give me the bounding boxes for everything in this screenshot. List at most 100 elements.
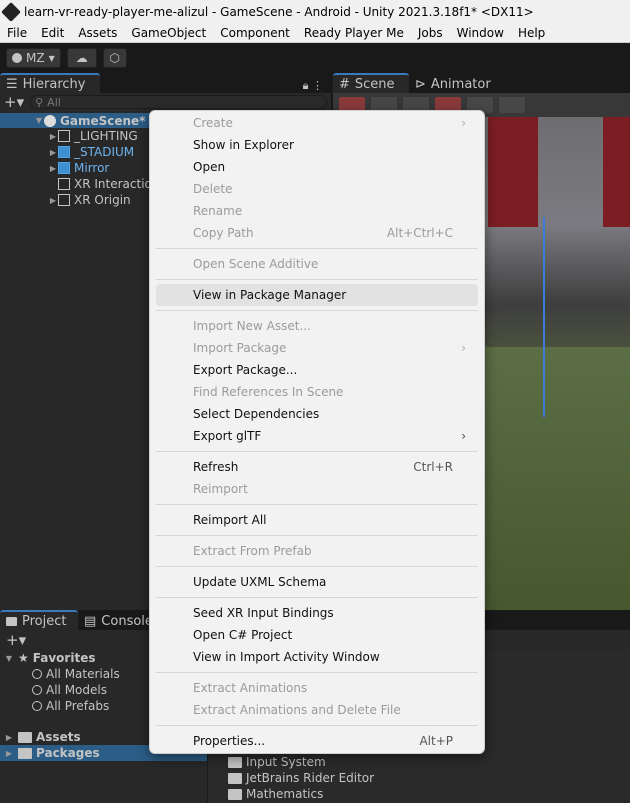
tab-animator[interactable]: ⊳ Animator	[409, 73, 501, 93]
menu-item-show-in-explorer[interactable]: Show in Explorer	[156, 134, 478, 156]
animator-icon: ⊳	[415, 76, 426, 92]
collab-button[interactable]: ⬡	[102, 48, 127, 68]
menu-item-reimport[interactable]: Reimport	[156, 478, 478, 500]
folder-icon	[228, 756, 242, 768]
expand-arrow-icon[interactable]: ▼	[4, 654, 14, 663]
menu-item-rename[interactable]: Rename	[156, 200, 478, 222]
tab-scene[interactable]: # Scene	[333, 73, 409, 93]
menu-jobs[interactable]: Jobs	[411, 26, 450, 40]
tab-project[interactable]: Project	[0, 610, 78, 630]
scene-curtain	[488, 117, 538, 227]
chevron-right-icon: ›	[461, 429, 466, 443]
menu-item-import-new-asset[interactable]: Import New Asset...	[156, 315, 478, 337]
star-icon: ★	[18, 651, 29, 665]
shortcut-label: Ctrl+R	[413, 460, 453, 474]
menu-separator	[156, 535, 478, 536]
menu-assets[interactable]: Assets	[71, 26, 124, 40]
hierarchy-search-input[interactable]: ⚲ All	[30, 95, 327, 109]
menu-separator	[156, 566, 478, 567]
collapsed-arrow-icon[interactable]: ▶	[4, 749, 14, 758]
search-icon: ⚲	[35, 95, 44, 109]
menu-item-copy-path[interactable]: Copy Path Alt+Ctrl+C	[156, 222, 478, 244]
menu-separator	[156, 597, 478, 598]
package-item[interactable]: Input System	[228, 754, 374, 770]
tab-hierarchy-label: Hierarchy	[22, 76, 86, 92]
menu-item-extract-animations[interactable]: Extract Animations	[156, 677, 478, 699]
menu-item-update-uxml-schema[interactable]: Update UXML Schema	[156, 571, 478, 593]
menu-help[interactable]: Help	[511, 26, 552, 40]
collapsed-arrow-icon[interactable]: ▶	[4, 733, 14, 742]
menu-item-refresh[interactable]: Refresh Ctrl+R	[156, 456, 478, 478]
menu-item-view-in-package-manager[interactable]: View in Package Manager	[156, 284, 478, 306]
search-placeholder: All	[47, 95, 61, 109]
menu-item-select-dependencies[interactable]: Select Dependencies	[156, 403, 478, 425]
packages-label: Packages	[36, 746, 100, 760]
hierarchy-icon: ☰	[6, 76, 18, 92]
menu-item-extract-from-prefab[interactable]: Extract From Prefab	[156, 540, 478, 562]
expand-arrow-icon[interactable]: ▼	[34, 116, 44, 125]
assets-label: Assets	[36, 730, 81, 744]
collapsed-arrow-icon[interactable]: ▶	[48, 132, 58, 141]
folder-icon	[228, 772, 242, 784]
collapsed-arrow-icon[interactable]: ▶	[48, 148, 58, 157]
context-menu: Create › Show in Explorer Open Delete Re…	[149, 110, 485, 754]
menu-component[interactable]: Component	[213, 26, 297, 40]
account-button[interactable]: MZ ▼	[6, 48, 61, 68]
menu-item-find-references[interactable]: Find References In Scene	[156, 381, 478, 403]
cloud-button[interactable]: ☁	[66, 48, 97, 68]
package-item[interactable]: Mathematics	[228, 786, 374, 802]
title-bar: learn-vr-ready-player-me-alizul - GameSc…	[0, 0, 630, 23]
scene-curtain	[603, 117, 630, 227]
menu-item-export-package[interactable]: Export Package...	[156, 359, 478, 381]
menu-item-import-package[interactable]: Import Package ›	[156, 337, 478, 359]
account-label: MZ	[26, 51, 45, 65]
add-icon[interactable]: +▾	[6, 631, 26, 649]
menu-separator	[156, 451, 478, 452]
menu-item-delete[interactable]: Delete	[156, 178, 478, 200]
shortcut-label: Alt+P	[419, 734, 453, 748]
menu-item-extract-animations-delete[interactable]: Extract Animations and Delete File	[156, 699, 478, 721]
add-icon[interactable]: +▾	[4, 93, 24, 111]
menu-separator	[156, 279, 478, 280]
gameobject-icon	[58, 194, 70, 206]
scene-tabs: # Scene ⊳ Animator	[333, 73, 630, 93]
prefab-icon	[58, 146, 70, 158]
menu-bar: File Edit Assets GameObject Component Re…	[0, 23, 630, 43]
menu-window[interactable]: Window	[450, 26, 511, 40]
unity-logo-icon	[1, 1, 21, 22]
search-icon	[32, 669, 42, 679]
menu-ready-player-me[interactable]: Ready Player Me	[297, 26, 411, 40]
favorite-item-label: All Prefabs	[46, 699, 110, 713]
menu-separator	[156, 725, 478, 726]
lock-icon[interactable]: 🔒︎ ⋮	[303, 79, 323, 93]
menu-edit[interactable]: Edit	[34, 26, 71, 40]
folder-icon	[18, 747, 32, 759]
hierarchy-item-label: XR Origin	[74, 193, 131, 207]
shading-mode-button[interactable]	[499, 97, 525, 113]
unity-scene-icon	[44, 114, 56, 127]
collapsed-arrow-icon[interactable]: ▶	[48, 164, 58, 173]
menu-item-reimport-all[interactable]: Reimport All	[156, 509, 478, 531]
menu-item-open-scene-additive[interactable]: Open Scene Additive	[156, 253, 478, 275]
package-item[interactable]: JetBrains Rider Editor	[228, 770, 374, 786]
tab-hierarchy[interactable]: ☰ Hierarchy	[0, 73, 100, 93]
collab-icon: ⬡	[109, 51, 120, 65]
menu-item-open[interactable]: Open	[156, 156, 478, 178]
menu-item-seed-xr-input-bindings[interactable]: Seed XR Input Bindings	[156, 602, 478, 624]
menu-item-export-gltf[interactable]: Export glTF ›	[156, 425, 478, 447]
menu-separator	[156, 310, 478, 311]
menu-file[interactable]: File	[0, 26, 34, 40]
menu-item-open-csharp-project[interactable]: Open C# Project	[156, 624, 478, 646]
menu-item-view-import-activity[interactable]: View in Import Activity Window	[156, 646, 478, 668]
favorite-item-label: All Materials	[46, 667, 120, 681]
menu-separator	[156, 504, 478, 505]
menu-item-create[interactable]: Create ›	[156, 112, 478, 134]
prefab-icon	[58, 162, 70, 174]
folder-icon	[18, 731, 32, 743]
package-item-label: JetBrains Rider Editor	[246, 771, 375, 785]
menu-item-properties[interactable]: Properties... Alt+P	[156, 730, 478, 752]
collapsed-arrow-icon[interactable]: ▶	[48, 196, 58, 205]
favorite-item-label: All Models	[46, 683, 107, 697]
hierarchy-item-label: _LIGHTING	[74, 129, 138, 143]
menu-gameobject[interactable]: GameObject	[124, 26, 213, 40]
